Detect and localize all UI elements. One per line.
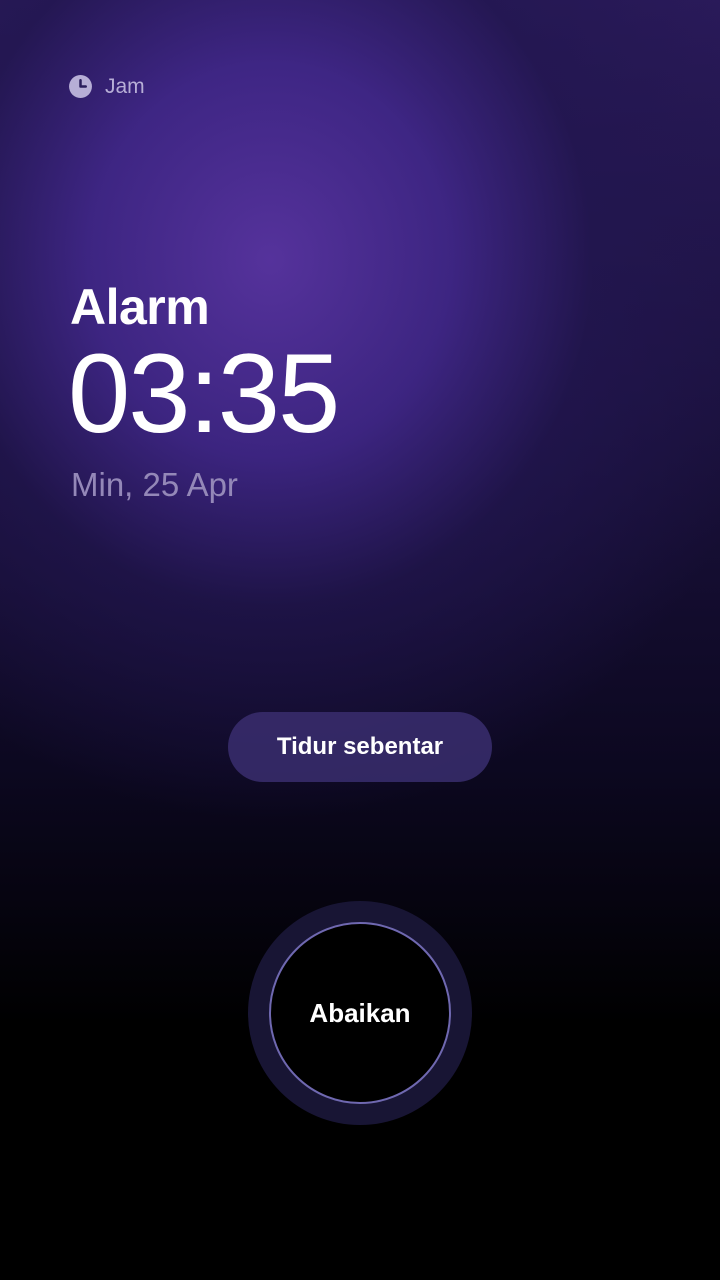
- alarm-date: Min, 25 Apr: [71, 466, 238, 503]
- alarm-time: 03:35: [68, 331, 340, 456]
- dismiss-button[interactable]: Abaikan: [269, 922, 451, 1104]
- app-name: Jam: [105, 74, 145, 98]
- app-label: Jam: [68, 74, 145, 99]
- snooze-button[interactable]: Tidur sebentar: [228, 712, 492, 782]
- alarm-screen: Jam Alarm 03:35 Min, 25 Apr Tidur sebent…: [0, 0, 720, 1280]
- clock-icon: [68, 74, 93, 99]
- alarm-title: Alarm: [70, 279, 210, 335]
